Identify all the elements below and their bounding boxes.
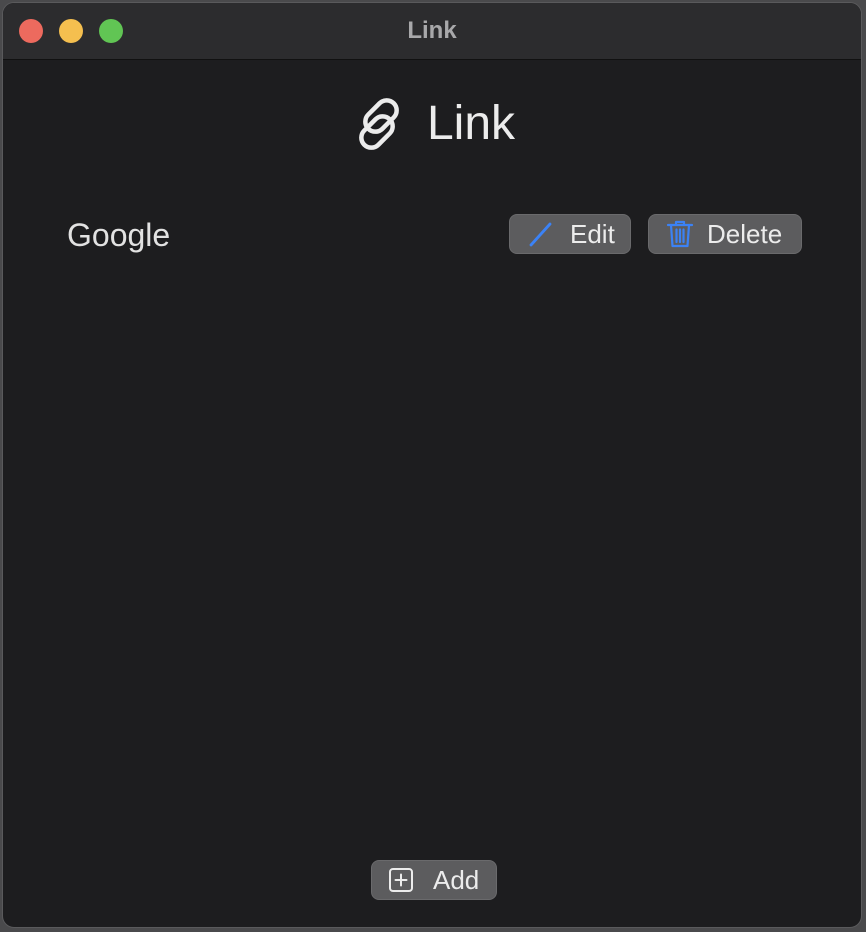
title-bar: Link — [3, 3, 861, 60]
pencil-icon — [529, 222, 552, 247]
edit-button[interactable]: Edit — [509, 214, 631, 254]
window-title: Link — [407, 17, 457, 44]
link-name: Google — [67, 217, 171, 253]
page-heading: Link — [3, 93, 861, 155]
delete-button-label: Delete — [707, 218, 783, 249]
plus-square-icon — [389, 868, 413, 892]
add-button[interactable]: Add — [371, 860, 497, 900]
delete-button[interactable]: Delete — [648, 214, 802, 254]
app-window: Link Link Google Edit Delete Add — [2, 2, 862, 928]
edit-button-label: Edit — [570, 218, 615, 249]
link-row: Google Edit Delete — [67, 214, 802, 256]
page-title: Link — [426, 97, 516, 150]
link-icon — [359, 98, 399, 150]
trash-icon — [666, 220, 694, 248]
add-button-label: Add — [433, 864, 480, 895]
